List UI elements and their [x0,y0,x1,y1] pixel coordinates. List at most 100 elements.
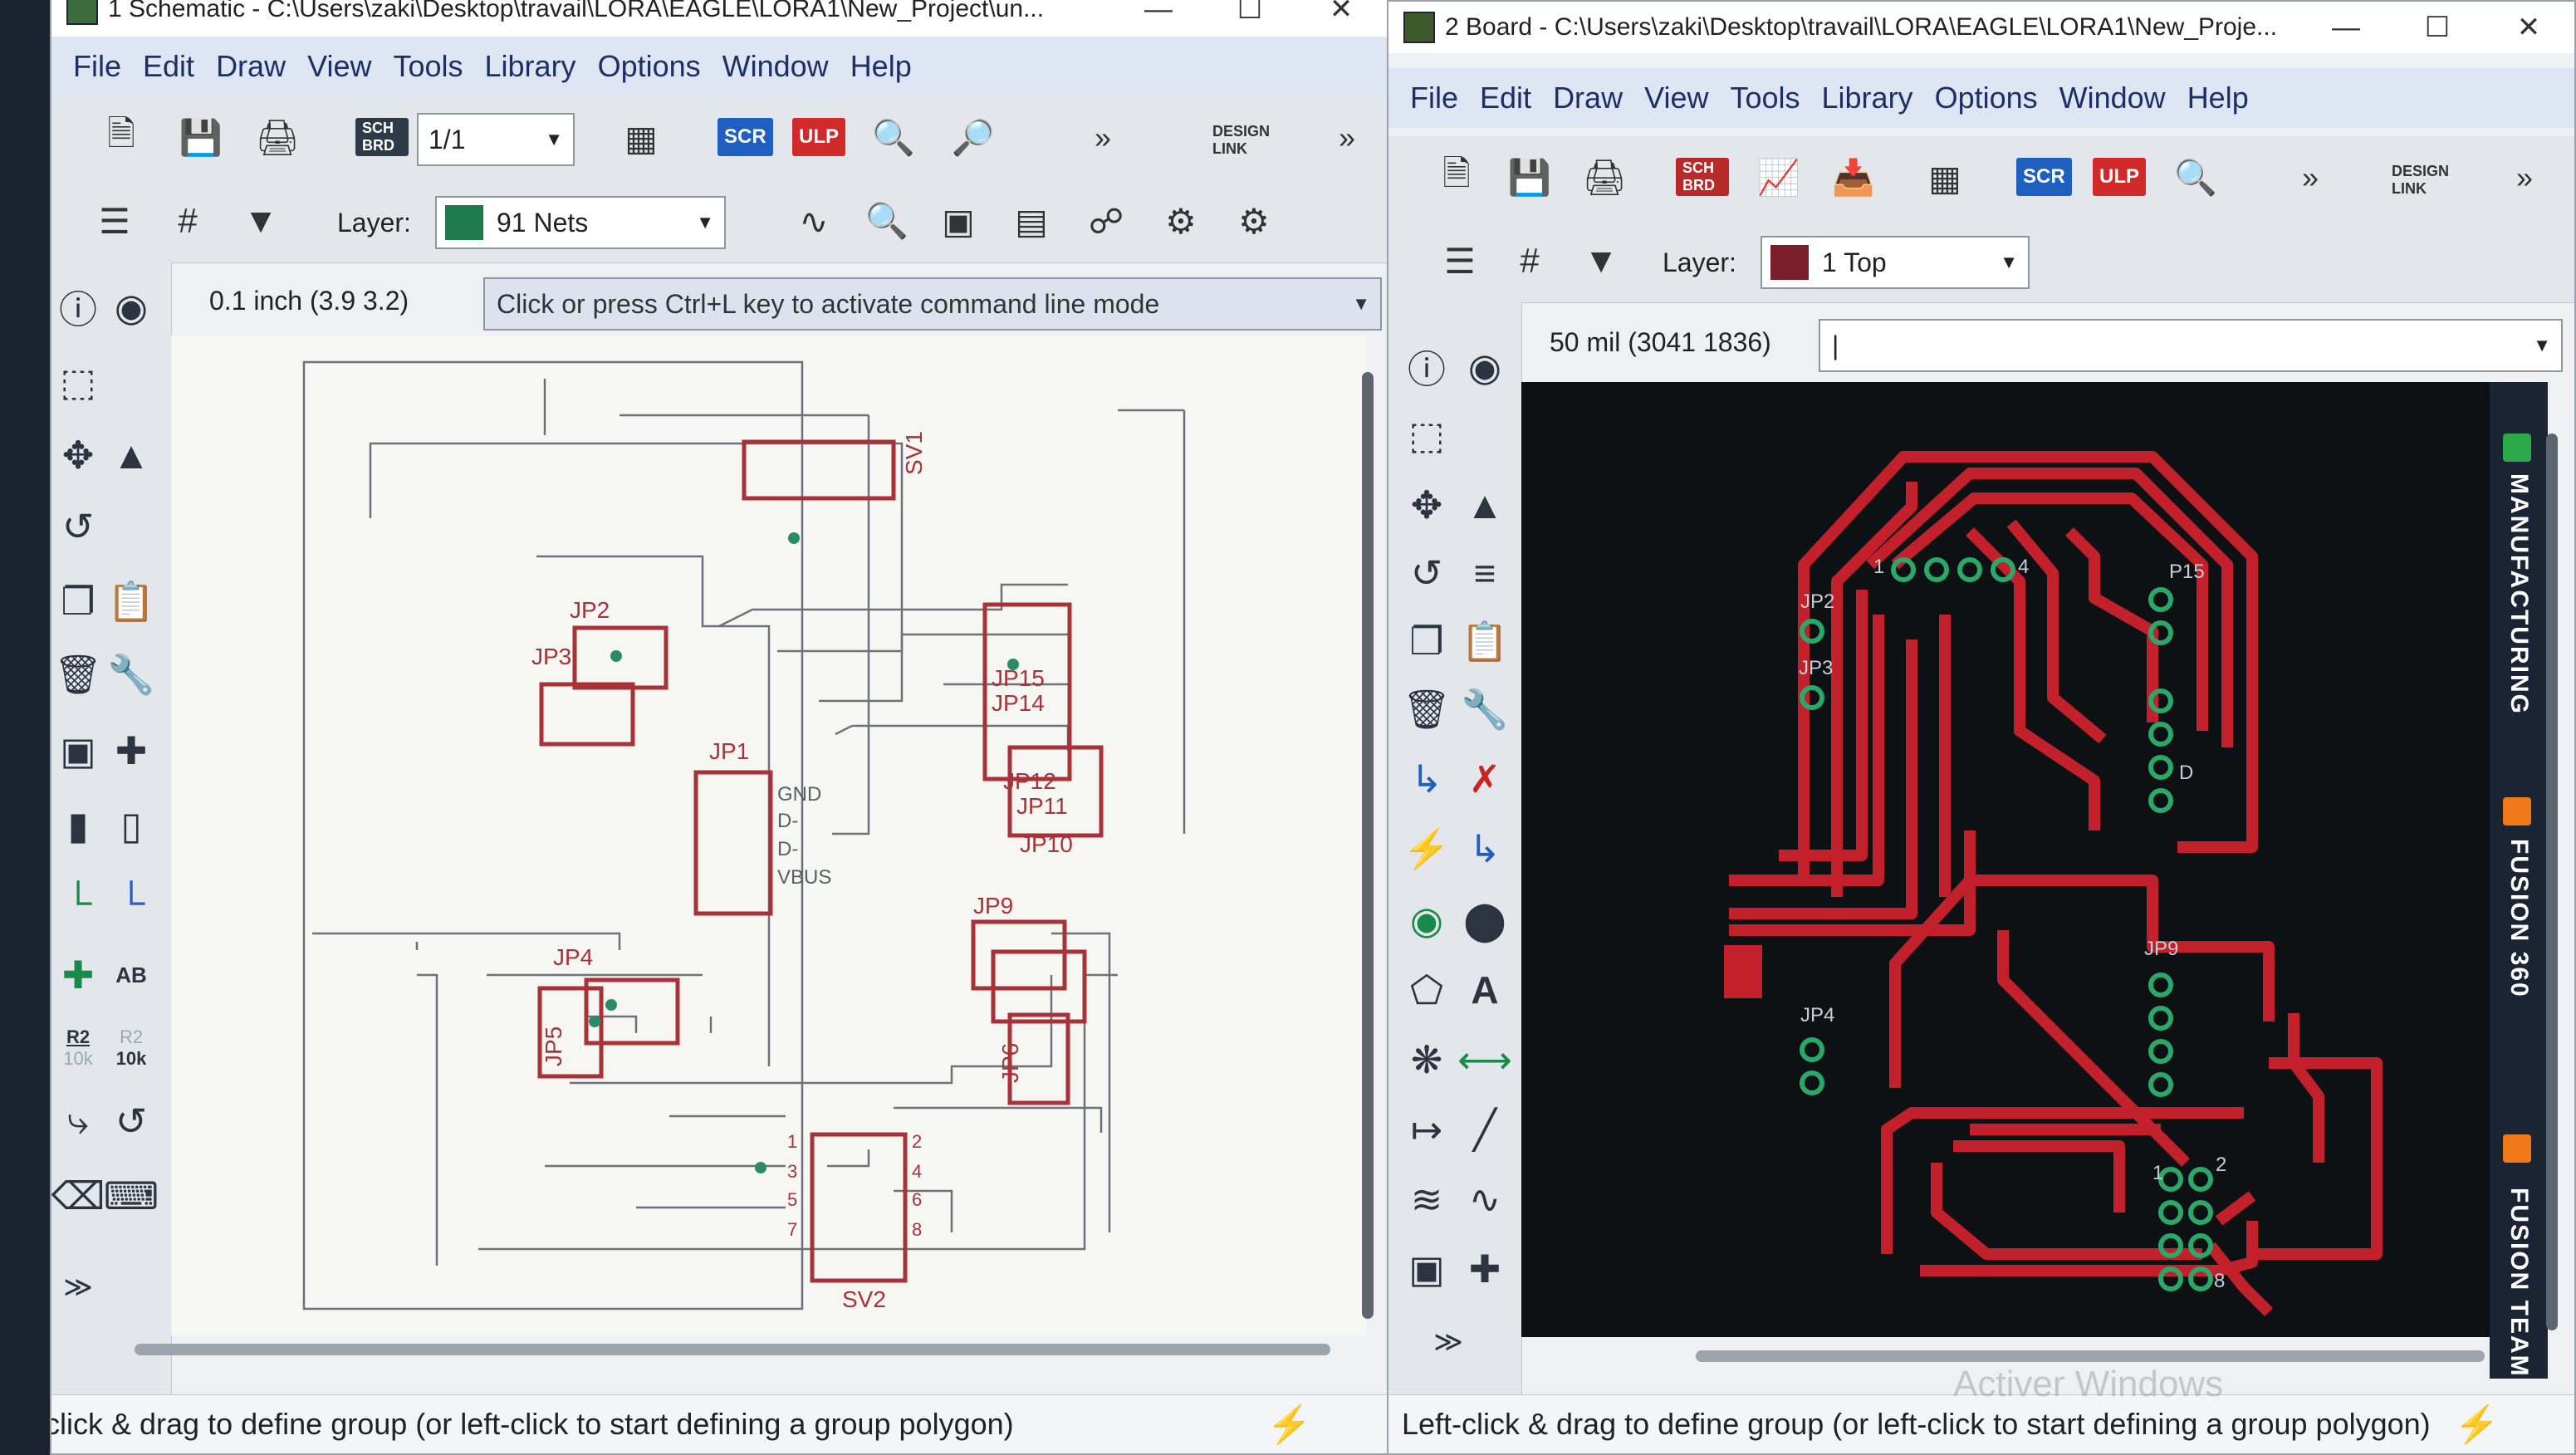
arc-icon[interactable]: ↦ [1400,1103,1453,1156]
label-icon[interactable]: AB [105,948,158,1002]
menu-options[interactable]: Options [598,49,701,84]
display-icon[interactable]: ▣ [933,196,983,246]
rotate-icon[interactable]: ↺ [1400,546,1453,600]
delete-icon[interactable]: 🗑 [51,648,105,701]
minimize-icon[interactable]: — [1113,0,1204,26]
sch-brd-switch-button[interactable]: SCH BRD [1676,158,1729,196]
paste-icon[interactable]: 📋 [105,575,158,628]
text-icon[interactable]: A [1458,963,1511,1017]
schematic-horizontal-scrollbar[interactable] [135,1344,1330,1355]
ripup-icon[interactable]: ✗ [1458,752,1511,806]
meander-icon[interactable]: ≋ [1400,1173,1453,1226]
design-link-button[interactable]: DESIGN LINK [2385,161,2490,199]
zoom-out-icon[interactable]: 🔍 [869,113,918,163]
ulp-button[interactable]: ULP [792,118,845,156]
menu-options[interactable]: Options [1935,81,2038,115]
split-icon[interactable]: ▮ [51,799,105,852]
schematic-vertical-scrollbar[interactable] [1362,372,1374,1319]
menu-window[interactable]: Window [2059,81,2166,115]
bus-icon[interactable]: └ [105,875,158,928]
menu-file[interactable]: File [1410,81,1458,115]
layer-select[interactable]: 1 Top ▼ [1761,236,2030,289]
save-icon[interactable]: 💾 [176,113,226,163]
wave-icon[interactable]: ∿ [1458,1173,1511,1226]
filter-icon[interactable]: ▼ [1576,236,1626,286]
lightning-icon[interactable]: ⚡ [1266,1403,1312,1446]
menu-library[interactable]: Library [1822,81,1913,115]
net-icon[interactable]: └ [51,875,105,928]
filter-icon[interactable]: ▼ [236,196,286,246]
board-3d-icon[interactable]: ▦ [616,113,666,163]
maximize-icon[interactable]: ☐ [1204,0,1295,26]
menu-file[interactable]: File [73,49,121,84]
gear-icon[interactable]: ⚙ [1229,196,1279,246]
mirror-icon[interactable]: ▲ [1458,478,1511,532]
via-icon[interactable]: ◉ [1400,894,1453,947]
eraser-icon[interactable]: ⌫ [51,1169,105,1222]
add-pin-icon[interactable]: ✚ [1458,1242,1511,1296]
close-icon[interactable]: ✕ [1295,0,1387,26]
menu-help[interactable]: Help [850,49,912,84]
scr-button[interactable]: SCR [717,118,773,156]
board-horizontal-scrollbar[interactable] [1696,1350,2485,1362]
layer-select[interactable]: 91 Nets ▼ [435,196,726,249]
menu-window[interactable]: Window [722,49,829,84]
save-icon[interactable]: 💾 [1505,153,1555,203]
sch-brd-switch-button[interactable]: SCH BRD [355,118,409,156]
more-tools-icon-2[interactable]: » [1322,113,1372,163]
menu-view[interactable]: View [307,49,371,84]
more-tools-icon[interactable]: » [2285,153,2335,203]
more-tools-icon-2[interactable]: » [2500,153,2549,203]
name-tool[interactable]: R2 10k [51,1021,105,1075]
smash-icon[interactable]: ↺ [105,1095,158,1148]
route-icon[interactable]: ↳ [1400,752,1453,806]
board-vertical-scrollbar[interactable] [2546,434,2558,1330]
wrench-icon[interactable]: 🔧 [1458,683,1511,736]
maximize-icon[interactable]: ☐ [2392,11,2483,44]
menu-tools[interactable]: Tools [393,49,463,84]
import-icon[interactable]: 📥 [1829,153,1878,203]
optimize-route-icon[interactable]: ↳ [1458,822,1511,875]
line-icon[interactable]: ╱ [1458,1103,1511,1156]
board-titlebar[interactable]: 2 Board - C:\Users\zaki\Desktop\travail\… [1388,2,2574,53]
command-line-input[interactable]: Click or press Ctrl+L key to activate co… [483,277,1382,331]
info-icon[interactable]: ⓘ [1400,340,1453,394]
new-file-icon[interactable]: 🗎 [96,113,146,163]
add-part-icon[interactable]: ▣ [51,724,105,777]
show-icon[interactable]: 🔍 [862,196,912,246]
menu-edit[interactable]: Edit [1480,81,1531,115]
add-pin-icon[interactable]: ✚ [105,724,158,777]
schematic-canvas[interactable]: SV1 JP2 JP3 JP1 JP15 JP14 JP11 JP12 JP10… [171,336,1367,1335]
tab-fusion-360[interactable]: FUSION 360 [2505,839,2533,998]
autoroute-icon[interactable]: ⚡ [1400,822,1453,875]
more-tools-icon[interactable]: » [1078,113,1128,163]
sheet-select[interactable]: 1/1 ▼ [417,113,575,166]
hole-icon[interactable]: ⬤ [1458,894,1511,947]
zoom-out-icon[interactable]: 🔍 [2171,153,2221,203]
rotate-icon[interactable]: ↺ [51,500,105,553]
menu-help[interactable]: Help [2187,81,2249,115]
tag-icon[interactable]: ⌨ [104,1169,159,1222]
delete-icon[interactable]: 🗑 [1400,683,1453,736]
align-icon[interactable]: ≡ [1458,546,1511,600]
wire-style-icon[interactable]: ∿ [789,196,839,246]
cam-icon[interactable]: 📈 [1754,153,1804,203]
polygon-icon[interactable]: ⬠ [1400,963,1453,1017]
grid-icon[interactable]: # [163,196,213,246]
gate-icon[interactable]: ▯ [105,799,158,852]
grid-icon[interactable]: # [1505,236,1555,286]
settings-icon[interactable]: ⚙ [1156,196,1206,246]
value-tool[interactable]: R2 10k [105,1021,158,1075]
board-canvas[interactable]: P15 JP2 JP3 JP9 JP4 1 4 D 8 1 2 [1521,382,2490,1337]
close-icon[interactable]: ✕ [2483,11,2574,44]
eye-icon[interactable]: ◉ [1458,340,1511,394]
ulp-button[interactable]: ULP [2093,158,2146,196]
menu-view[interactable]: View [1644,81,1708,115]
menu-tools[interactable]: Tools [1730,81,1800,115]
wrench-icon[interactable]: 🔧 [105,648,158,701]
move-icon[interactable]: ✥ [1400,478,1453,532]
menu-draw[interactable]: Draw [1553,81,1623,115]
mirror-icon[interactable]: ▲ [105,429,158,482]
info-icon[interactable]: ⓘ [51,281,105,334]
new-file-icon[interactable]: 🗎 [1432,153,1481,203]
